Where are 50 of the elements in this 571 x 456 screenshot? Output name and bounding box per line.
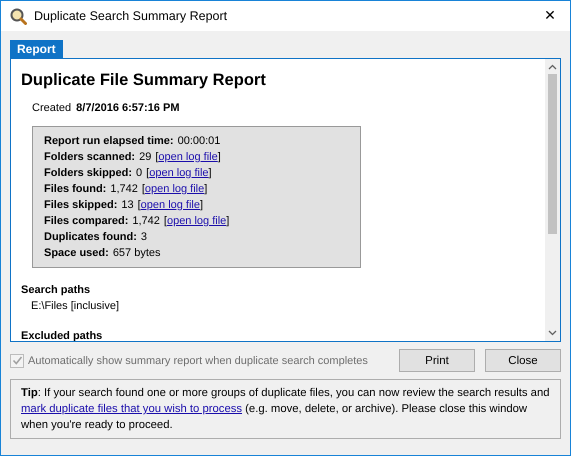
close-button[interactable]: ✕	[530, 1, 570, 31]
stat-value: 3	[140, 230, 148, 245]
log-link[interactable]: open log file	[149, 165, 209, 181]
bracket: [	[155, 150, 158, 165]
magnifier-icon	[9, 7, 27, 25]
section-heading: Excluded paths	[21, 329, 104, 341]
print-button[interactable]: Print	[399, 349, 475, 372]
stat-value: 00:00:01	[178, 134, 220, 149]
bracket: ]	[200, 198, 204, 213]
stat-label: Space used:	[44, 246, 109, 261]
stat-label: Report run elapsed time:	[44, 134, 174, 149]
stat-value: 0	[136, 166, 142, 181]
stat-label: Duplicates found:	[44, 230, 137, 245]
bracket: ]	[208, 166, 212, 181]
stat-value: 657 bytes	[112, 246, 161, 261]
stat-label: Files skipped:	[44, 198, 118, 213]
log-link[interactable]: open log file	[166, 213, 226, 229]
stat-label: Folders scanned:	[44, 150, 136, 165]
scroll-thumb[interactable]	[548, 74, 557, 234]
stat-label: Files found:	[44, 182, 106, 197]
section-heading: Search paths	[21, 283, 92, 298]
path-text: E:\Files [inclusive]	[30, 299, 120, 314]
bracket: ]	[204, 182, 208, 197]
log-link[interactable]: open log file	[140, 197, 200, 213]
auto-show-label: Automatically show summary report when duplicate search completes	[28, 354, 368, 366]
window-title: Duplicate Search Summary Report	[34, 9, 228, 23]
scroll-down-icon[interactable]	[548, 330, 557, 336]
bracket: ]	[226, 214, 230, 229]
created-label: Created	[32, 102, 72, 114]
bracket: [	[142, 182, 145, 197]
created-value: 8/7/2016 6:57:16 PM	[76, 102, 180, 114]
bracket: [	[164, 214, 167, 229]
close-button[interactable]: Close	[485, 349, 561, 372]
stat-value: 1,742	[132, 214, 160, 229]
stat-value: 13	[121, 198, 134, 213]
report-heading: Duplicate File Summary Report	[21, 71, 267, 90]
log-link[interactable]: open log file	[158, 149, 218, 165]
log-link[interactable]: open log file	[144, 181, 204, 197]
bracket: ]	[218, 150, 221, 165]
bracket: [	[146, 166, 150, 181]
scroll-up-icon[interactable]	[548, 64, 557, 70]
scrollbar[interactable]	[545, 59, 560, 341]
stat-label: Files compared:	[44, 214, 128, 229]
report-tab[interactable]: Report	[10, 40, 63, 58]
stat-value: 29	[139, 150, 152, 165]
process-link[interactable]: mark duplicate files that you wish to process	[21, 403, 242, 415]
tip-text: Tip: If your search found one or more groups of duplicate files, you can now review the search results and mark duplicate files that you wish to process (e.g. move, delete, or archive). Please close this window when you're ready to proceed.	[21, 386, 550, 433]
stat-value: 1,742	[110, 182, 138, 197]
bracket: [	[138, 198, 141, 213]
stat-label: Folders skipped:	[44, 166, 132, 181]
